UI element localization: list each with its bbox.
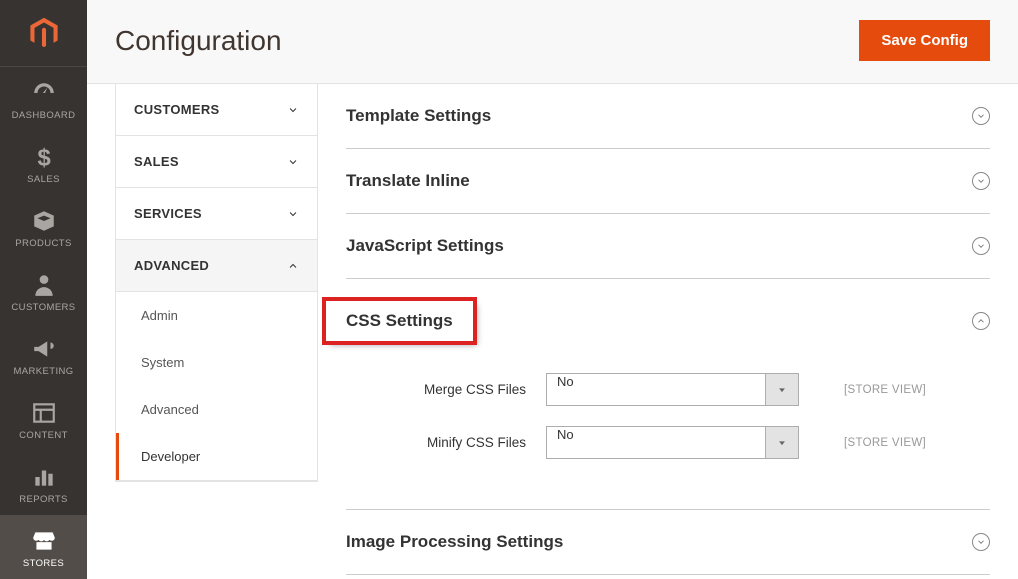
nav-products[interactable]: PRODUCTS xyxy=(0,195,87,259)
expand-down-icon xyxy=(972,237,990,255)
group-title: JavaScript Settings xyxy=(346,236,504,256)
cfg-section-services[interactable]: SERVICES xyxy=(116,188,317,240)
cfg-section-label: ADVANCED xyxy=(134,258,209,273)
dashboard-icon xyxy=(31,80,57,106)
nav-dashboard[interactable]: DASHBOARD xyxy=(0,67,87,131)
cfg-section-label: CUSTOMERS xyxy=(134,102,220,117)
collapse-up-icon xyxy=(972,312,990,330)
nav-stores[interactable]: STORES xyxy=(0,515,87,579)
group-title: Template Settings xyxy=(346,106,491,126)
field-label: Minify CSS Files xyxy=(346,435,546,450)
dropdown-button[interactable] xyxy=(766,373,799,406)
group-toggle[interactable]: Translate Inline xyxy=(346,149,990,213)
nav-label: MARKETING xyxy=(13,366,73,377)
dropdown-button[interactable] xyxy=(766,426,799,459)
cfg-sub-system[interactable]: System xyxy=(116,339,317,386)
group-toggle[interactable]: Template Settings xyxy=(346,84,990,148)
minify-css-select[interactable]: No xyxy=(546,426,766,459)
admin-nav: DASHBOARD $ SALES PRODUCTS CUSTOMERS MAR… xyxy=(0,0,87,579)
cfg-section-label: SERVICES xyxy=(134,206,202,221)
cfg-sub-advanced[interactable]: Advanced xyxy=(116,386,317,433)
group-javascript-settings: JavaScript Settings xyxy=(346,214,990,279)
nav-sales[interactable]: $ SALES xyxy=(0,131,87,195)
expand-down-icon xyxy=(972,107,990,125)
group-image-processing-settings: Image Processing Settings xyxy=(346,510,990,575)
cfg-section-customers[interactable]: CUSTOMERS xyxy=(116,84,317,136)
group-toggle[interactable]: Image Processing Settings xyxy=(346,510,990,574)
save-config-button[interactable]: Save Config xyxy=(859,20,990,61)
config-sidebar: CUSTOMERS SALES SERVICES xyxy=(115,84,318,482)
expand-down-icon xyxy=(972,172,990,190)
person-icon xyxy=(31,272,57,298)
nav-label: STORES xyxy=(23,558,64,569)
content-icon xyxy=(31,400,57,426)
field-merge-css: Merge CSS Files No [STORE VIEW] xyxy=(346,373,990,406)
nav-label: REPORTS xyxy=(19,494,68,505)
megaphone-icon xyxy=(31,336,57,362)
bars-icon xyxy=(31,464,57,490)
settings-panel: Template Settings Translate Inline JavaS… xyxy=(318,84,1018,579)
field-label: Merge CSS Files xyxy=(346,382,546,397)
chevron-down-icon xyxy=(287,208,299,220)
group-css-settings: CSS Settings Merge CSS Files No [STORE V… xyxy=(346,279,990,510)
nav-label: CUSTOMERS xyxy=(11,302,75,313)
dollar-icon: $ xyxy=(31,144,57,170)
chevron-down-icon xyxy=(287,104,299,116)
chevron-down-icon xyxy=(287,156,299,168)
group-template-settings: Template Settings xyxy=(346,84,990,149)
store-icon xyxy=(31,528,57,554)
group-toggle[interactable]: JavaScript Settings xyxy=(346,214,990,278)
group-toggle[interactable]: CSS Settings xyxy=(346,279,990,363)
page-header: Configuration Save Config xyxy=(87,0,1018,84)
cfg-sub-admin[interactable]: Admin xyxy=(116,292,317,339)
group-title: Image Processing Settings xyxy=(346,532,563,552)
nav-label: PRODUCTS xyxy=(15,238,72,249)
group-toggle[interactable]: Static Files Settings xyxy=(346,575,990,579)
nav-marketing[interactable]: MARKETING xyxy=(0,323,87,387)
svg-text:$: $ xyxy=(37,145,50,170)
nav-label: CONTENT xyxy=(19,430,68,441)
field-minify-css: Minify CSS Files No [STORE VIEW] xyxy=(346,426,990,459)
group-static-files-settings: Static Files Settings xyxy=(346,575,990,579)
group-translate-inline: Translate Inline xyxy=(346,149,990,214)
chevron-up-icon xyxy=(287,260,299,272)
nav-label: SALES xyxy=(27,174,60,185)
cfg-sub-developer[interactable]: Developer xyxy=(116,433,317,480)
nav-customers[interactable]: CUSTOMERS xyxy=(0,259,87,323)
field-scope: [STORE VIEW] xyxy=(844,384,926,396)
expand-down-icon xyxy=(972,533,990,551)
cfg-section-label: SALES xyxy=(134,154,179,169)
field-scope: [STORE VIEW] xyxy=(844,437,926,449)
cfg-section-advanced[interactable]: ADVANCED Admin System Advanced Developer xyxy=(116,240,317,481)
merge-css-select[interactable]: No xyxy=(546,373,766,406)
group-title: CSS Settings xyxy=(326,301,473,341)
box-icon xyxy=(31,208,57,234)
nav-content[interactable]: CONTENT xyxy=(0,387,87,451)
nav-label: DASHBOARD xyxy=(12,110,76,121)
cfg-section-sales[interactable]: SALES xyxy=(116,136,317,188)
group-title: Translate Inline xyxy=(346,171,470,191)
page-title: Configuration xyxy=(115,25,282,57)
nav-reports[interactable]: REPORTS xyxy=(0,451,87,515)
magento-logo[interactable] xyxy=(0,0,87,67)
